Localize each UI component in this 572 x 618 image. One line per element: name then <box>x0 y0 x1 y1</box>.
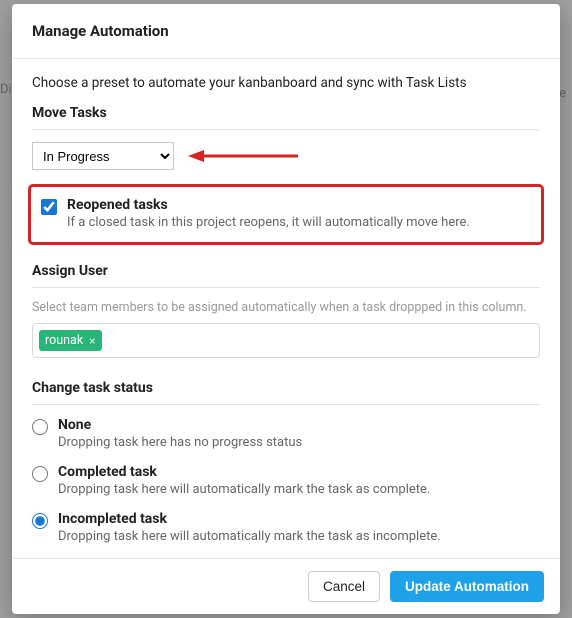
status-desc: Dropping task here will automatically ma… <box>58 529 441 544</box>
status-radio-none[interactable] <box>32 419 48 435</box>
status-option-none[interactable]: None Dropping task here has no progress … <box>32 417 540 450</box>
intro-text: Choose a preset to automate your kanbanb… <box>32 75 540 91</box>
status-radio-group: None Dropping task here has no progress … <box>32 417 540 544</box>
status-radio-incompleted[interactable] <box>32 513 48 529</box>
status-option-incompleted[interactable]: Incompleted task Dropping task here will… <box>32 511 540 544</box>
status-option-completed[interactable]: Completed task Dropping task here will a… <box>32 464 540 497</box>
divider <box>32 129 540 130</box>
divider <box>32 287 540 288</box>
assign-user-title: Assign User <box>32 263 540 279</box>
modal-header: Manage Automation <box>12 4 560 59</box>
manage-automation-modal: Manage Automation Choose a preset to aut… <box>12 4 560 614</box>
reopened-checkbox-row[interactable]: Reopened tasks If a closed task in this … <box>41 197 531 230</box>
reopened-highlight-box: Reopened tasks If a closed task in this … <box>28 184 544 245</box>
move-tasks-select[interactable]: In Progress <box>32 142 174 170</box>
assign-hint: Select team members to be assigned autom… <box>32 300 540 315</box>
move-select-row: In Progress <box>32 142 540 170</box>
modal-footer: Cancel Update Automation <box>12 558 560 614</box>
modal-title: Manage Automation <box>32 22 540 40</box>
reopened-checkbox[interactable] <box>41 199 57 215</box>
status-label: None <box>58 417 302 433</box>
annotation-arrow-icon <box>188 147 298 165</box>
status-radio-completed[interactable] <box>32 466 48 482</box>
bg-text-left: Di <box>0 82 12 97</box>
status-desc: Dropping task here will automatically ma… <box>58 482 430 497</box>
remove-tag-icon[interactable]: × <box>89 334 95 348</box>
divider <box>32 404 540 405</box>
update-automation-button[interactable]: Update Automation <box>390 571 544 602</box>
user-tag: rounak × <box>39 330 102 351</box>
cancel-button[interactable]: Cancel <box>308 571 380 602</box>
modal-body: Choose a preset to automate your kanbanb… <box>12 59 560 558</box>
move-tasks-title: Move Tasks <box>32 105 540 121</box>
status-label: Incompleted task <box>58 511 441 527</box>
status-desc: Dropping task here has no progress statu… <box>58 435 302 450</box>
reopened-desc: If a closed task in this project reopens… <box>67 215 470 230</box>
user-tag-label: rounak <box>45 333 83 348</box>
reopened-label: Reopened tasks <box>67 197 470 213</box>
assign-user-input[interactable]: rounak × <box>32 323 540 358</box>
change-status-title: Change task status <box>32 380 540 396</box>
status-label: Completed task <box>58 464 430 480</box>
